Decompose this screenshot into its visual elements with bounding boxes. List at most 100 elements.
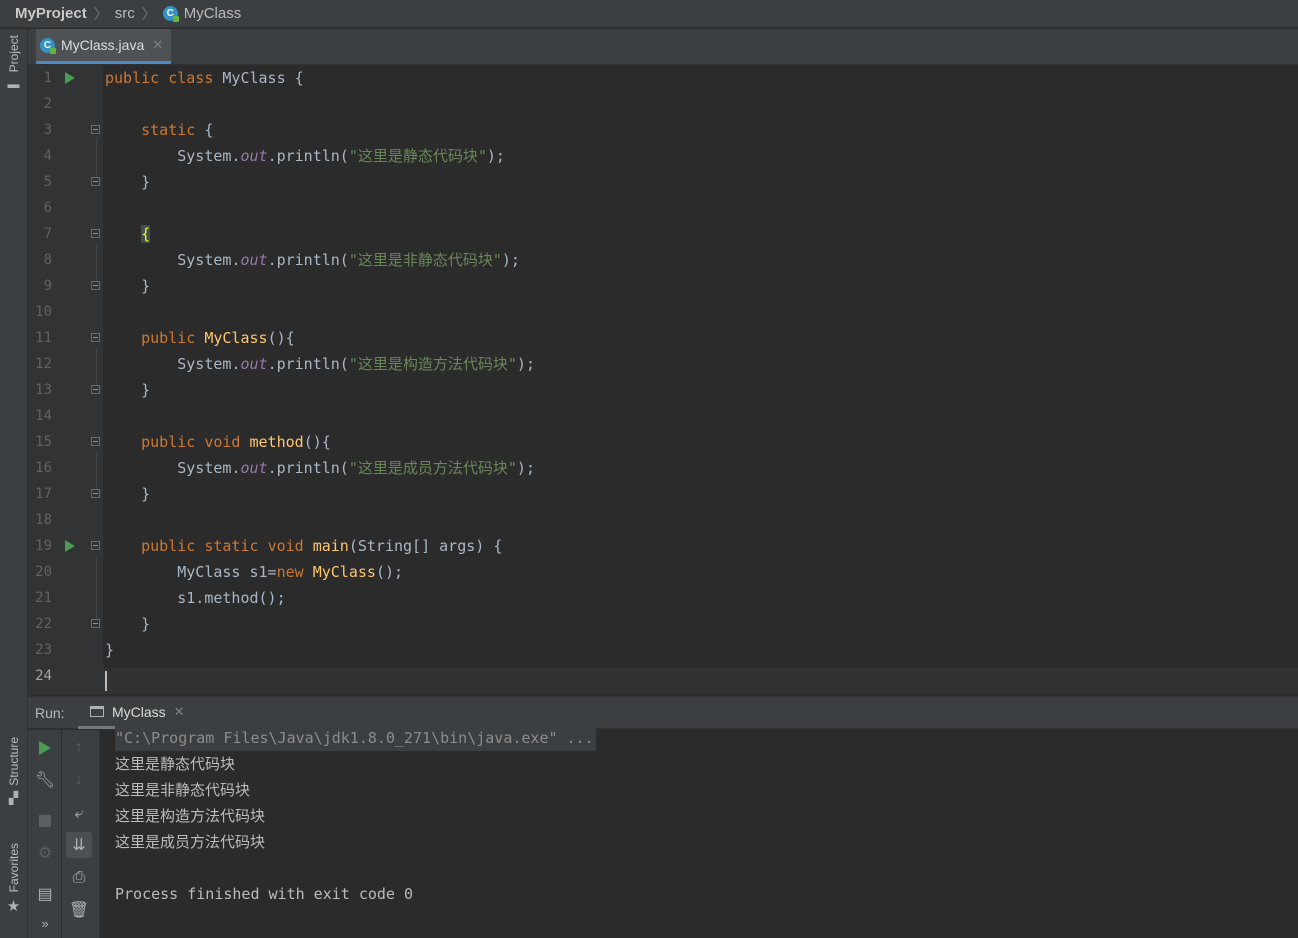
gutter-line-18: 18 xyxy=(28,507,103,533)
console-line: 这里是静态代码块 xyxy=(115,755,236,773)
line-number: 18 xyxy=(35,512,52,528)
gutter-line-6: 6 xyxy=(28,195,103,221)
more-tools-button[interactable]: » xyxy=(32,910,58,936)
fold-end-icon[interactable] xyxy=(91,489,100,498)
gutter-line-16: 16 xyxy=(28,455,103,481)
scroll-to-end-icon: ⇊ xyxy=(72,837,86,854)
soft-wrap-button[interactable]: ⤶ xyxy=(66,801,92,827)
wrench-icon: 🔧︎ xyxy=(34,772,56,789)
line-number: 14 xyxy=(35,408,52,424)
breadcrumb-file[interactable]: MyClass xyxy=(184,5,242,22)
editor-tab-myclass[interactable]: C MyClass.java ✕ xyxy=(36,29,172,64)
code-line[interactable]: } xyxy=(105,273,150,299)
fold-end-icon[interactable] xyxy=(91,281,100,290)
code-line[interactable]: s1.method(); xyxy=(105,585,285,611)
code-line[interactable]: System.out.println("这里是静态代码块"); xyxy=(105,143,505,169)
rerun-button[interactable] xyxy=(32,735,58,761)
gutter-line-20: 20 xyxy=(28,559,103,585)
close-icon[interactable]: ✕ xyxy=(152,37,163,53)
line-number: 16 xyxy=(35,460,52,476)
line-number: 22 xyxy=(35,616,52,632)
code-line[interactable]: public MyClass(){ xyxy=(105,325,295,351)
gutter-line-19: 19 xyxy=(28,533,103,559)
gutter-line-21: 21 xyxy=(28,585,103,611)
chevron-right-icon: 〉 xyxy=(93,5,108,22)
editor-tab-bar: C MyClass.java ✕ xyxy=(28,29,1298,65)
code-line[interactable]: public class MyClass { xyxy=(105,65,304,91)
gutter-line-24: 24 xyxy=(28,663,103,689)
line-number: 19 xyxy=(35,538,52,554)
code-line[interactable]: MyClass s1=new MyClass(); xyxy=(105,559,403,585)
console-exit-line: Process finished with exit code 0 xyxy=(115,885,414,903)
layout-button[interactable]: ▤ xyxy=(32,881,58,907)
code-line[interactable]: } xyxy=(105,377,150,403)
console-command-line[interactable]: "C:\Program Files\Java\jdk1.8.0_271\bin\… xyxy=(115,725,596,751)
code-line[interactable]: System.out.println("这里是成员方法代码块"); xyxy=(105,455,535,481)
code-line[interactable]: System.out.println("这里是非静态代码块"); xyxy=(105,247,520,273)
line-number: 1 xyxy=(43,70,52,86)
code-line[interactable]: } xyxy=(105,637,114,663)
edit-configuration-button[interactable]: 🔧︎ xyxy=(32,767,58,793)
fold-end-icon[interactable] xyxy=(91,385,100,394)
console-window-icon xyxy=(90,706,104,717)
gutter-line-9: 9 xyxy=(28,273,103,299)
java-class-icon: C xyxy=(162,6,179,22)
print-button[interactable]: ⎙ xyxy=(66,865,92,891)
code-line[interactable]: public void method(){ xyxy=(105,429,331,455)
debug-settings-button[interactable]: ⚙ xyxy=(32,840,58,866)
gutter-line-1: 1 xyxy=(28,65,103,91)
line-number: 8 xyxy=(43,252,52,268)
line-number: 3 xyxy=(43,122,52,138)
clear-all-button[interactable]: 🗑︎ xyxy=(66,897,92,923)
line-number: 4 xyxy=(43,148,52,164)
scroll-down-button[interactable]: ↓ xyxy=(66,767,92,793)
fold-icon[interactable] xyxy=(91,333,100,342)
project-tool-tab[interactable]: Project ▬ xyxy=(0,35,27,91)
gutter-line-8: 8 xyxy=(28,247,103,273)
run-gutter-icon[interactable] xyxy=(65,540,75,552)
breadcrumb-project[interactable]: MyProject xyxy=(15,5,87,22)
line-number: 13 xyxy=(35,382,52,398)
scroll-to-end-button[interactable]: ⇊ xyxy=(66,832,92,858)
close-icon[interactable]: ✕ xyxy=(174,704,185,720)
more-label: » xyxy=(41,915,49,931)
scroll-up-button[interactable]: ↑ xyxy=(66,735,92,761)
trash-icon: 🗑︎ xyxy=(68,902,90,919)
fold-end-icon[interactable] xyxy=(91,619,100,628)
line-number: 10 xyxy=(35,304,52,320)
structure-tool-tab[interactable]: Structure ▞ xyxy=(0,737,27,805)
code-line[interactable]: static { xyxy=(105,117,213,143)
favorites-tool-tab[interactable]: Favorites ★ xyxy=(0,843,27,915)
java-class-icon: C xyxy=(40,37,56,54)
line-number: 6 xyxy=(43,200,52,216)
editor-gutter: 1 2 3 4 5 6 7 8 9 10 11 12 13 14 15 16 1… xyxy=(28,65,103,695)
run-toolbar-primary: 🔧︎ ⚙ ▤ » xyxy=(28,730,61,938)
code-line[interactable]: public static void main(String[] args) { xyxy=(105,533,502,559)
fold-icon[interactable] xyxy=(91,541,100,550)
code-line[interactable]: } xyxy=(105,169,150,195)
arrow-down-icon: ↓ xyxy=(75,771,83,788)
code-line[interactable]: System.out.println("这里是构造方法代码块"); xyxy=(105,351,535,377)
fold-end-icon[interactable] xyxy=(91,177,100,186)
stop-button[interactable] xyxy=(32,808,58,834)
chevron-right-icon: 〉 xyxy=(141,5,156,22)
gutter-line-12: 12 xyxy=(28,351,103,377)
line-number: 21 xyxy=(35,590,52,606)
code-editor[interactable]: 1 2 3 4 5 6 7 8 9 10 11 12 13 14 15 16 1… xyxy=(28,65,1298,695)
gutter-line-22: 22 xyxy=(28,611,103,637)
code-line[interactable]: { xyxy=(105,221,151,247)
console-output[interactable]: "C:\Program Files\Java\jdk1.8.0_271\bin\… xyxy=(100,725,1298,938)
gutter-line-17: 17 xyxy=(28,481,103,507)
fold-icon[interactable] xyxy=(91,229,100,238)
current-line-highlight xyxy=(28,668,1298,694)
fold-icon[interactable] xyxy=(91,125,100,134)
star-icon: ★ xyxy=(6,898,21,916)
navigation-bar: MyProject 〉 src 〉 C MyClass xyxy=(0,0,1298,28)
code-line[interactable]: } xyxy=(105,611,150,637)
layout-icon: ▤ xyxy=(37,886,53,903)
run-gutter-icon[interactable] xyxy=(65,72,75,84)
breadcrumb-folder[interactable]: src xyxy=(115,5,135,22)
soft-wrap-icon: ⤶ xyxy=(74,805,84,822)
fold-icon[interactable] xyxy=(91,437,100,446)
code-line[interactable]: } xyxy=(105,481,150,507)
